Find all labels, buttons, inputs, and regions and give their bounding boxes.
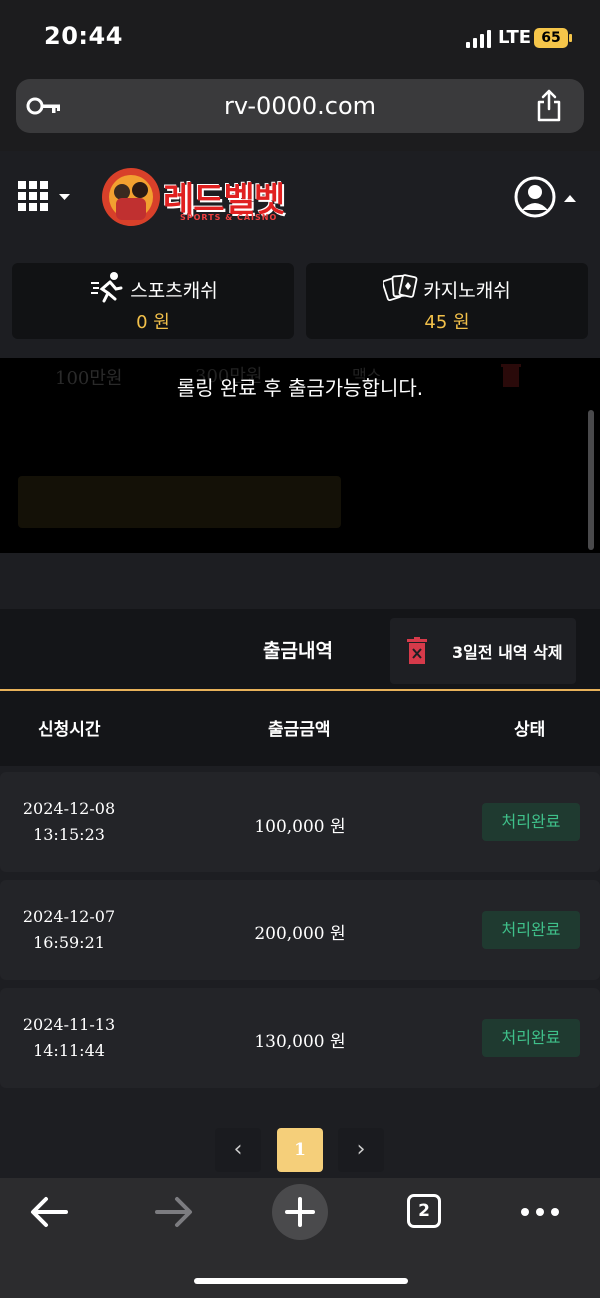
- rolling-notice: 롤링 완료 후 출금가능합니다.: [176, 376, 424, 400]
- column-status: 상태: [514, 720, 546, 740]
- sports-cash-label: 스포츠캐쉬: [130, 280, 218, 302]
- row-date: 2024-12-07: [22, 907, 116, 926]
- row-amount: 130,000 원: [254, 1032, 346, 1052]
- next-page-button[interactable]: ›: [338, 1128, 384, 1172]
- row-amount: 100,000 원: [254, 817, 346, 837]
- back-arrow-icon[interactable]: [30, 1196, 68, 1228]
- battery-tip: [569, 34, 572, 42]
- logo-subtitle: SPORTS & CAISNO: [180, 213, 278, 222]
- prev-page-button[interactable]: ‹: [215, 1128, 261, 1172]
- tab-switcher-button[interactable]: 2: [407, 1194, 441, 1228]
- sports-cash-value: 0 원: [136, 312, 170, 333]
- row-time: 16:59:21: [33, 933, 105, 952]
- row-date: 2024-11-13: [22, 1015, 116, 1034]
- casino-cash-label: 카지노캐쉬: [423, 280, 511, 302]
- caret-down-icon: [59, 194, 70, 200]
- battery-indicator: 65: [534, 28, 568, 48]
- home-indicator[interactable]: [194, 1278, 408, 1284]
- row-amount: 200,000 원: [254, 924, 346, 944]
- casino-cash-value: 45 원: [424, 312, 470, 333]
- status-badge: 처리완료: [482, 803, 580, 841]
- trash-icon: [407, 637, 427, 664]
- forward-arrow-icon[interactable]: [155, 1196, 193, 1228]
- more-icon[interactable]: [520, 1204, 560, 1220]
- grid-menu-icon[interactable]: [18, 181, 72, 213]
- column-amount: 출금금액: [268, 720, 331, 740]
- delete-old-history-label: 3일전 내역 삭제: [452, 643, 563, 662]
- column-request-time: 신청시간: [38, 720, 101, 740]
- history-title: 출금내역: [263, 640, 333, 662]
- row-time: 13:15:23: [33, 825, 105, 844]
- row-time: 14:11:44: [33, 1041, 105, 1060]
- current-page-button[interactable]: 1: [277, 1128, 323, 1172]
- withdraw-submit-button: [18, 476, 341, 528]
- user-icon[interactable]: [514, 176, 580, 218]
- row-date: 2024-12-08: [22, 799, 116, 818]
- url-text[interactable]: rv-0000.com: [0, 79, 600, 133]
- share-icon[interactable]: [536, 88, 562, 122]
- signal-icon: [466, 30, 492, 48]
- plus-icon: [285, 1197, 315, 1227]
- logo-mascot[interactable]: [100, 166, 162, 228]
- status-badge: 처리완료: [482, 1019, 580, 1057]
- status-time: 20:44: [44, 22, 123, 50]
- status-badge: 처리완료: [482, 911, 580, 949]
- site-header: [0, 151, 600, 248]
- scrollbar[interactable]: [588, 410, 594, 550]
- caret-up-icon: [564, 195, 576, 202]
- network-type: LTE: [498, 27, 532, 48]
